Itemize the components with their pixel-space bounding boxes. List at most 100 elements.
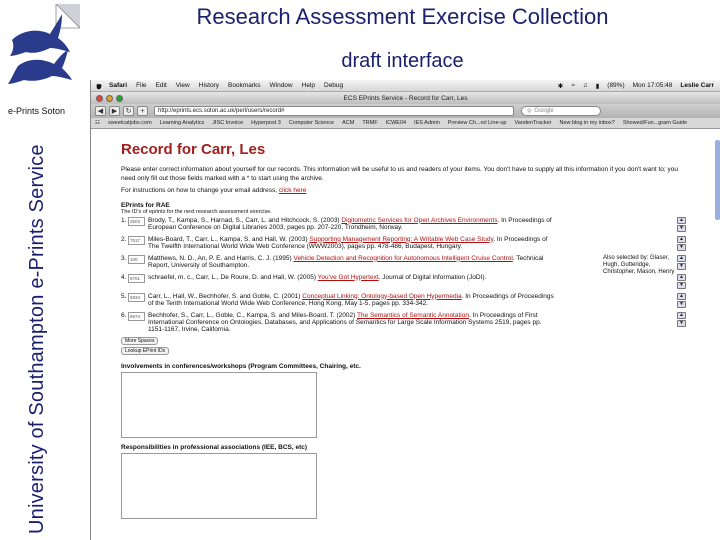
bookmark-item[interactable]: VandenTracker (514, 120, 551, 126)
citation-title-link[interactable]: You've Got Hypertext (318, 274, 379, 281)
eprint-number: 2. (121, 235, 127, 243)
battery-percent: (89%) (607, 82, 625, 89)
click-here-link[interactable]: click here (279, 187, 306, 194)
eprint-number: 1. (121, 216, 127, 224)
menu-file[interactable]: File (136, 82, 146, 89)
dolphin-logo-icon (4, 4, 80, 94)
clock[interactable]: Mon 17:05:48 (633, 82, 673, 89)
responsibilities-label: Responsibilities in professional associa… (121, 443, 308, 451)
move-up-icon[interactable]: ▲ (677, 216, 686, 224)
eprint-citation: Carr, L., Hall, W., Bechhofer, S. and Go… (148, 293, 558, 308)
lookup-eprint-ids-button[interactable]: Lookup EPrint IDs (121, 346, 170, 355)
move-down-icon[interactable]: ▼ (677, 224, 686, 232)
wifi-icon[interactable]: ≈ (571, 82, 575, 89)
responsibilities-textarea[interactable] (121, 452, 317, 519)
menu-history[interactable]: History (199, 82, 219, 89)
scrollbar[interactable] (715, 140, 720, 220)
bookmark-item[interactable]: Hyperpost 3 (251, 120, 281, 126)
menu-view[interactable]: View (176, 82, 190, 89)
slide: e-Prints Soton University of Southampton… (0, 0, 720, 540)
bookmark-item[interactable]: Computer Science (289, 120, 334, 126)
eprints-section-heading: EPrints for RAE (121, 201, 170, 209)
reload-button[interactable]: ↻ (123, 106, 134, 116)
slide-subtitle: draft interface (341, 50, 464, 72)
move-up-icon[interactable]: ▲ (677, 292, 686, 300)
eprint-row: 6. 6874 Bechhofer, S., Carr, L., Goble, C.… (121, 311, 690, 333)
user-name[interactable]: Leslie Carr (680, 82, 714, 89)
involvements-textarea[interactable] (121, 371, 317, 438)
reorder-controls: ▲ ▼ (677, 311, 686, 328)
page-title: Record for Carr, Les (121, 141, 266, 158)
vertical-service-title: University of Southampton e-Prints Servi… (26, 144, 48, 534)
reorder-controls: ▲ ▼ (677, 292, 686, 309)
search-input[interactable]: ⚲ Google (521, 106, 601, 116)
citation-title-link[interactable]: Supporting Management Reporting: A Writa… (309, 236, 493, 243)
window-title: ECS EPrints Service - Record for Carr, L… (343, 94, 468, 102)
volume-icon[interactable]: ♫ (583, 82, 588, 89)
bookmark-item[interactable]: Showed/Fun...gram Guide (623, 120, 687, 126)
eprint-id-input[interactable]: 6874 (128, 311, 145, 321)
menu-safari[interactable]: Safari (109, 82, 127, 89)
menu-bookmarks[interactable]: Bookmarks (228, 82, 261, 89)
bluetooth-icon[interactable]: ✱ (558, 82, 563, 90)
citation-title-link[interactable]: Digitometric Services for Open Archives … (341, 217, 497, 224)
citation-title-link[interactable]: Vehicle Detection and Recognition for Au… (293, 255, 512, 262)
eprint-id-input[interactable]: 100 (128, 254, 145, 264)
bookmark-item[interactable]: JISC Invoice (212, 120, 243, 126)
more-spaces-button[interactable]: More Spaces (121, 336, 159, 345)
citation-authors: Matthews, N. D., An, P. E. and Harris, C… (148, 254, 294, 262)
eprint-row: 2. 7517 Miles-Board, T., Carr, L., Kampa, … (121, 235, 690, 251)
battery-icon[interactable]: ▮ (596, 82, 600, 90)
citation-title-link[interactable]: Conceptual Linking: Ontology-based Open … (302, 293, 461, 300)
add-bookmark-button[interactable]: + (137, 106, 148, 116)
move-up-icon[interactable]: ▲ (677, 235, 686, 243)
reorder-controls: ▲ ▼ (677, 254, 686, 271)
move-down-icon[interactable]: ▼ (677, 281, 686, 289)
bookmark-item[interactable]: TRMF (362, 120, 377, 126)
eprint-citation: Brody, T., Kampa, S., Harnad, S., Carr, … (148, 217, 558, 232)
menu-help[interactable]: Help (302, 82, 315, 89)
bookmark-item[interactable]: ACM (342, 120, 354, 126)
move-up-icon[interactable]: ▲ (677, 311, 686, 319)
bookmark-item[interactable]: Preview Ch...rol Line-up (448, 120, 507, 126)
slide-title: Research Assessment Exercise Collection (196, 4, 609, 29)
move-down-icon[interactable]: ▼ (677, 262, 686, 270)
citation-authors: Bechhofer, S., Carr, L., Goble, C., Kamp… (148, 311, 357, 319)
bookmark-item[interactable]: sweetcatjobs.com (108, 120, 152, 126)
bookmark-item[interactable]: New blog in my inbox? (559, 120, 614, 126)
menu-edit[interactable]: Edit (156, 82, 167, 89)
bookmarks-bar: ☷ sweetcatjobs.com Learning Analytics JI… (91, 118, 720, 129)
url-field[interactable]: http://eprints.ecs.soton.ac.uk/perl/user… (154, 106, 514, 116)
browser-toolbar: ◀ ▶ ↻ + http://eprints.ecs.soton.ac.uk/p… (91, 104, 720, 118)
eprint-id-input[interactable]: 2503 (128, 216, 145, 226)
apple-menu-icon[interactable] (95, 82, 103, 90)
back-button[interactable]: ◀ (95, 106, 106, 116)
move-down-icon[interactable]: ▼ (677, 319, 686, 327)
eprint-list: 1. 2503 Brody, T., Kampa, S., Harnad, S., … (121, 216, 690, 333)
eprint-id-input[interactable]: 6701 (128, 273, 145, 283)
bookmark-item[interactable]: IES Admin (414, 120, 440, 126)
menu-window[interactable]: Window (270, 82, 293, 89)
bookmark-item[interactable]: Learning Analytics (160, 120, 205, 126)
move-down-icon[interactable]: ▼ (677, 300, 686, 308)
search-icon: ⚲ (527, 108, 532, 115)
move-up-icon[interactable]: ▲ (677, 273, 686, 281)
bookmark-item[interactable]: ICWE04 (386, 120, 406, 126)
move-down-icon[interactable]: ▼ (677, 243, 686, 251)
eprint-number: 6. (121, 311, 127, 319)
eprint-row: 5. 5834 Carr, L., Hall, W., Bechhofer, S. … (121, 292, 690, 309)
citation-title-link[interactable]: The Semantics of Semantic Annotation (357, 312, 469, 319)
instructions-prefix: For instructions on how to change your e… (121, 187, 279, 194)
eprint-number: 3. (121, 254, 127, 262)
move-up-icon[interactable]: ▲ (677, 254, 686, 262)
eprint-id-input[interactable]: 5834 (128, 292, 145, 302)
forward-button[interactable]: ▶ (109, 106, 120, 116)
menu-debug[interactable]: Debug (324, 82, 343, 89)
bookmarks-book-icon[interactable]: ☷ (95, 120, 100, 126)
reorder-controls: ▲ ▼ (677, 273, 686, 290)
eprint-citation: schraefel, m. c., Carr, L., De Roure, D.… (148, 274, 558, 289)
eprint-id-input[interactable]: 7517 (128, 235, 145, 245)
branding-sidebar: e-Prints Soton University of Southampton… (0, 0, 84, 540)
eprint-citation: Bechhofer, S., Carr, L., Goble, C., Kamp… (148, 312, 558, 333)
eprint-number: 4. (121, 273, 127, 281)
